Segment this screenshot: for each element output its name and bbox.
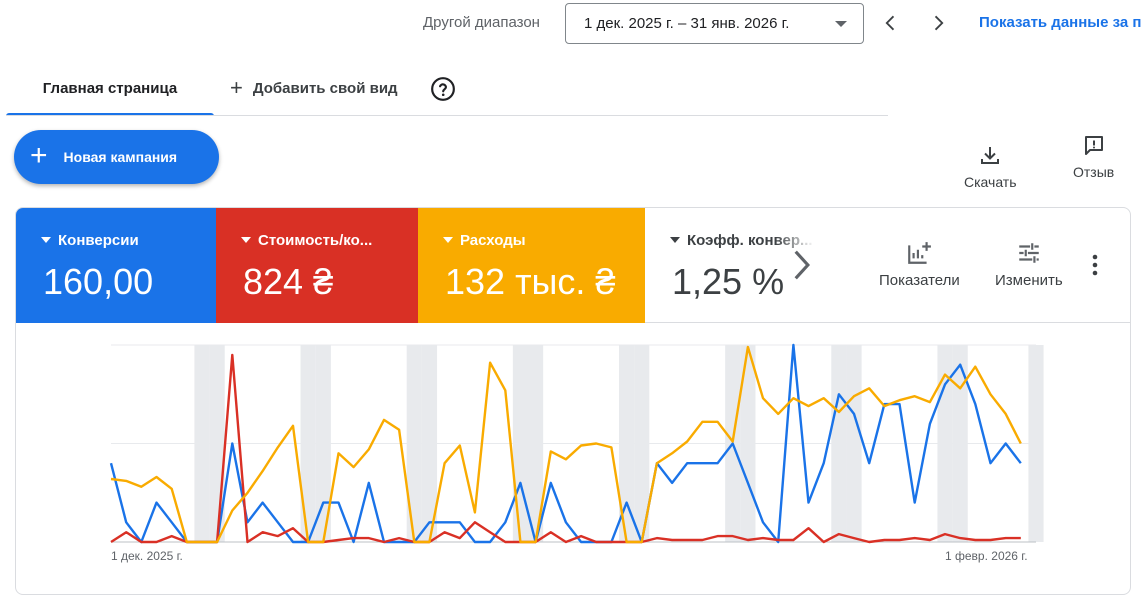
dropdown-triangle-icon: [443, 237, 453, 243]
tabs-divider: [6, 115, 888, 116]
download-button[interactable]: Скачать: [964, 144, 1017, 190]
metric-cost-per-conversion[interactable]: Стоимость/ко... 824 ₴: [216, 208, 418, 323]
new-campaign-button[interactable]: + Новая кампания: [14, 130, 219, 184]
feedback-label: Отзыв: [1073, 164, 1115, 180]
date-range-select[interactable]: 1 дек. 2025 г. – 31 янв. 2026 г.: [565, 3, 864, 44]
date-range-value: 1 дек. 2025 г. – 31 янв. 2026 г.: [584, 15, 790, 32]
series-line: [110, 353, 1021, 544]
metric-conversions[interactable]: Конверсии 160,00: [16, 208, 216, 323]
dropdown-triangle-icon: [41, 237, 51, 243]
google-ads-overview: Другой диапазон 1 дек. 2025 г. – 31 янв.…: [0, 0, 1142, 601]
dropdown-triangle-icon: [241, 237, 251, 243]
next-period-button[interactable]: [926, 10, 950, 36]
metric-cost-label: Стоимость/ко...: [258, 232, 373, 249]
metric-conversions-value: 160,00: [43, 261, 154, 302]
metric-spend-value: 132 тыс. ₴: [445, 261, 616, 302]
plus-icon: +: [230, 75, 243, 100]
indicators-button[interactable]: Показатели: [879, 240, 960, 289]
metric-conv-rate-dropdown[interactable]: Коэфф. конвер...: [670, 232, 815, 249]
edit-label: Изменить: [995, 272, 1063, 289]
x-axis-end-label: 1 февр. 2026 г.: [945, 549, 1028, 563]
help-icon[interactable]: [430, 76, 456, 102]
chevron-right-icon[interactable]: [788, 248, 818, 282]
previous-period-button[interactable]: [879, 10, 903, 36]
chevron-left-icon: [885, 15, 895, 31]
download-icon: [981, 147, 1000, 164]
metric-conversion-rate[interactable]: Коэфф. конвер... 1,25 %: [645, 208, 815, 323]
tab-add-view[interactable]: + Добавить свой вид: [230, 74, 398, 102]
add-chart-icon: [908, 242, 932, 264]
metric-conversions-dropdown[interactable]: Конверсии: [41, 232, 139, 249]
metric-spend-dropdown[interactable]: Расходы: [443, 232, 526, 249]
metric-conversions-label: Конверсии: [58, 232, 139, 249]
tab-home[interactable]: Главная страница: [6, 60, 214, 116]
show-data-link[interactable]: Показать данные за п: [979, 14, 1142, 31]
tune-icon: [1019, 243, 1039, 263]
feedback-icon: [1084, 136, 1103, 155]
indicators-label: Показатели: [879, 272, 960, 289]
chevron-right-icon: [934, 15, 944, 31]
more-vert-icon[interactable]: [1092, 254, 1098, 276]
label-fade: [775, 232, 815, 249]
card-toolbar: Показатели Изменить: [815, 208, 1130, 323]
edit-button[interactable]: Изменить: [995, 240, 1063, 289]
dropdown-caret-icon: [835, 21, 847, 27]
x-axis-start-label: 1 дек. 2025 г.: [111, 549, 183, 563]
metric-cost-value: 824 ₴: [243, 261, 334, 302]
tab-home-label: Главная страница: [42, 79, 178, 97]
feedback-button[interactable]: Отзыв: [1073, 134, 1114, 180]
metric-spend[interactable]: Расходы 132 тыс. ₴: [418, 208, 645, 323]
performance-card: Конверсии 160,00 Стоимость/ко... 824 ₴ Р…: [15, 207, 1131, 595]
dropdown-triangle-icon: [670, 237, 680, 243]
tab-add-view-label: Добавить свой вид: [252, 79, 398, 97]
series-line: [110, 345, 1022, 544]
new-campaign-label: Новая кампания: [63, 149, 178, 165]
metric-conv-rate-value: 1,25 %: [672, 261, 785, 302]
performance-chart[interactable]: 1 дек. 2025 г. 1 февр. 2026 г.: [16, 323, 1130, 594]
download-label: Скачать: [964, 174, 1017, 190]
metric-cost-dropdown[interactable]: Стоимость/ко...: [241, 232, 372, 249]
metric-spend-label: Расходы: [460, 232, 526, 249]
date-range-label: Другой диапазон: [423, 14, 540, 31]
plus-icon: +: [30, 138, 48, 172]
